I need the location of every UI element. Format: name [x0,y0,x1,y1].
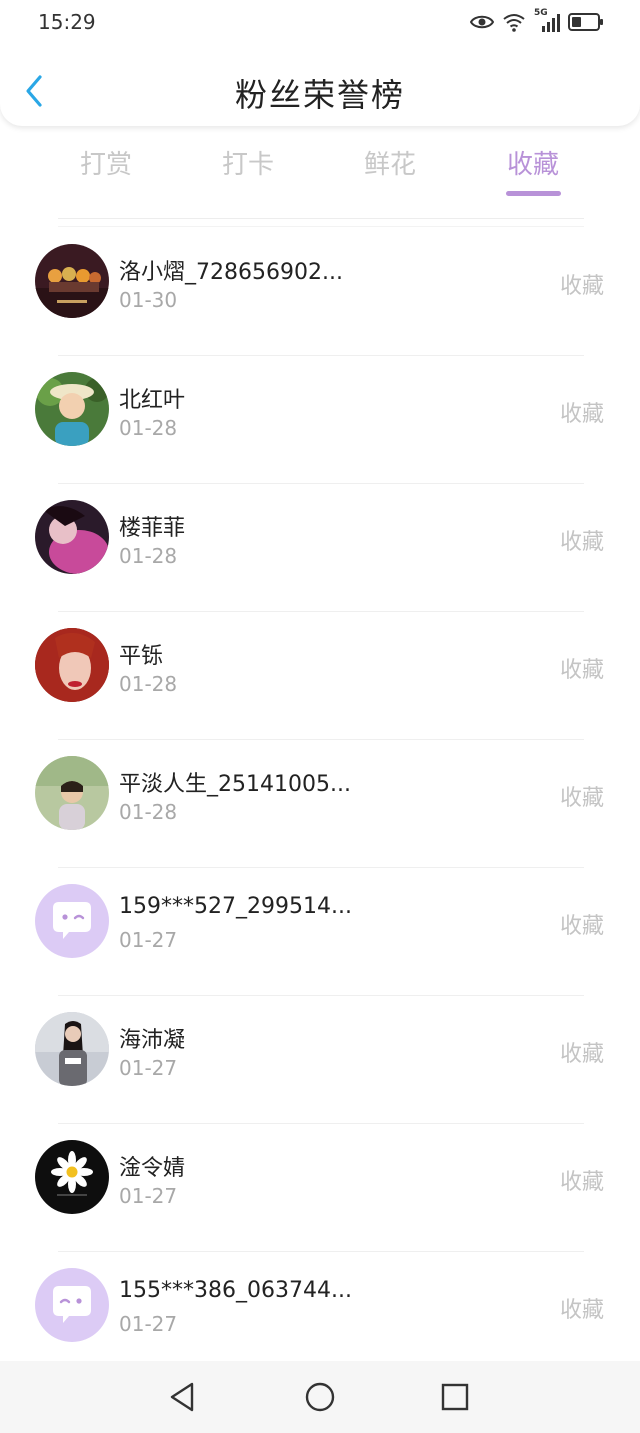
item-date: 01-27 [119,1056,178,1080]
tab-favorites[interactable]: 收藏 [473,144,593,181]
user-name: 平铄 [119,644,164,669]
page-title: 粉丝荣誉榜 [234,76,405,114]
wifi-icon [503,14,525,32]
list-item[interactable]: 海沛凝 01-27 收藏 [0,996,640,1124]
avatar [35,244,109,318]
status-bar: 15:29 5G [0,0,640,44]
item-date: 01-28 [119,800,178,824]
favorite-label: 收藏 [559,274,604,299]
battery-icon [568,13,603,31]
user-name: 海沛凝 [119,1028,186,1053]
tab-flowers[interactable]: 鲜花 [330,144,450,181]
favorite-label: 收藏 [559,1170,604,1195]
item-date: 01-27 [119,1184,178,1208]
status-time: 15:29 [38,10,96,34]
tab-bar: 打赏 打卡 鲜花 收藏 [0,126,640,218]
item-date: 01-27 [119,928,178,952]
avatar [35,500,109,574]
default-avatar [35,884,109,958]
tab-reward[interactable]: 打赏 [46,144,166,181]
favorite-label: 收藏 [559,1042,604,1067]
eye-icon [470,15,494,29]
default-avatar [35,1268,109,1342]
list-item[interactable]: 平淡人生_25141005... 01-28 收藏 [0,740,640,868]
user-name: 淦令婧 [119,1156,186,1181]
favorite-label: 收藏 [559,914,604,939]
item-date: 01-30 [119,288,178,312]
favorite-label: 收藏 [559,786,604,811]
item-date: 01-27 [119,1312,178,1336]
recents-square-icon[interactable] [439,1381,471,1413]
avatar [35,1012,109,1086]
avatar [35,372,109,446]
divider [58,218,584,219]
header-card: 15:29 5G 粉丝荣誉榜 [0,0,640,126]
user-name: 159***527_299514... [119,894,352,919]
tab-checkin[interactable]: 打卡 [188,144,308,181]
favorite-label: 收藏 [559,658,604,683]
list-item[interactable]: 平铄 01-28 收藏 [0,612,640,740]
signal-icon: 5G [534,8,560,33]
favorite-label: 收藏 [559,402,604,427]
avatar [35,1140,109,1214]
avatar [35,756,109,830]
list-item[interactable]: 淦令婧 01-27 收藏 [0,1124,640,1252]
system-nav-bar [0,1361,640,1433]
avatar [35,628,109,702]
list-item[interactable]: 159***527_299514... 01-27 收藏 [0,868,640,996]
back-triangle-icon[interactable] [166,1381,198,1413]
status-icons: 5G [470,8,604,34]
user-name: 平淡人生_25141005... [119,772,351,797]
list-item[interactable]: 洛小熠_728656902... 01-30 收藏 [0,228,640,356]
home-circle-icon[interactable] [304,1381,336,1413]
divider [58,226,584,227]
fan-list: 洛小熠_728656902... 01-30 收藏 北红叶 01-28 收藏 楼… [0,228,640,1380]
user-name: 洛小熠_728656902... [119,260,343,285]
list-item[interactable]: 北红叶 01-28 收藏 [0,356,640,484]
user-name: 楼菲菲 [119,516,186,541]
user-name: 北红叶 [119,388,186,413]
item-date: 01-28 [119,544,178,568]
favorite-label: 收藏 [559,1298,604,1323]
favorite-label: 收藏 [559,530,604,555]
item-date: 01-28 [119,416,178,440]
list-item[interactable]: 楼菲菲 01-28 收藏 [0,484,640,612]
user-name: 155***386_063744... [119,1278,352,1303]
item-date: 01-28 [119,672,178,696]
